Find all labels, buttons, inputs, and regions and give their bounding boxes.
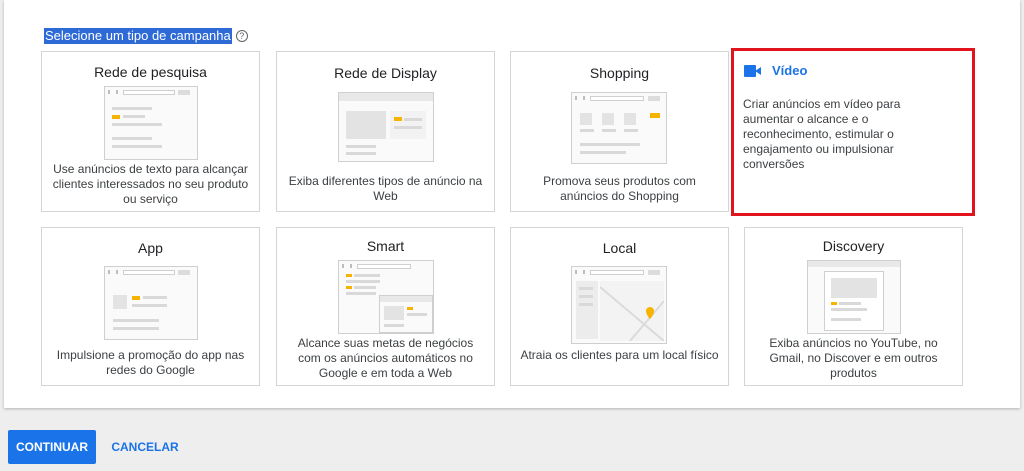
campaign-card-search[interactable]: Rede de pesquisa Use anúncios de texto p…: [41, 51, 260, 212]
smart-illustration: [338, 260, 434, 334]
campaign-card-local[interactable]: Local Atraia os clientes para um local f…: [510, 227, 729, 386]
card-title: Discovery: [822, 238, 885, 254]
display-illustration: [338, 92, 434, 162]
card-title: Rede de pesquisa: [94, 64, 207, 80]
card-description: Exiba anúncios no YouTube, no Gmail, no …: [769, 336, 938, 380]
card-description: Use anúncios de texto para alcançar clie…: [52, 162, 249, 206]
card-description: Impulsione a promoção do app nas redes d…: [56, 348, 245, 377]
heading-text: Selecione um tipo de campanha: [44, 28, 232, 44]
card-description: Exiba diferentes tipos de anúncio na Web: [288, 174, 483, 203]
card-title: Rede de Display: [334, 65, 437, 81]
campaign-card-app[interactable]: App Impulsione a promoção do app nas red…: [41, 227, 260, 386]
campaign-card-shopping[interactable]: Shopping Promova seus produtos com anúnc…: [510, 51, 729, 212]
campaign-type-heading: Selecione um tipo de campanha ?: [44, 28, 248, 44]
video-card-header: Vídeo: [744, 63, 807, 78]
card-description: Promova seus produtos com anúncios do Sh…: [543, 174, 696, 203]
campaign-card-video[interactable]: Vídeo Criar anúncios em vídeo para aumen…: [731, 48, 975, 216]
card-description: Criar anúncios em vídeo para aumentar o …: [743, 97, 901, 171]
card-title: Vídeo: [772, 63, 808, 78]
card-title: Smart: [366, 238, 405, 254]
video-camera-icon: [744, 64, 762, 77]
card-title: Local: [602, 240, 637, 256]
card-description: Alcance suas metas de negócios com os an…: [297, 336, 474, 380]
card-title: Shopping: [589, 65, 650, 81]
search-illustration: [104, 86, 198, 160]
card-title: App: [138, 240, 163, 256]
continue-button[interactable]: CONTINUAR: [8, 430, 96, 464]
discovery-illustration: [807, 260, 901, 334]
cancel-button[interactable]: CANCELAR: [104, 430, 186, 464]
help-icon[interactable]: ?: [235, 30, 248, 42]
campaign-card-display[interactable]: Rede de Display Exiba diferentes tipos d…: [276, 51, 495, 212]
app-illustration: [104, 266, 198, 340]
campaign-card-smart[interactable]: Smart Alcance suas metas de negócios com…: [276, 227, 495, 386]
shopping-illustration: [571, 92, 667, 164]
card-description: Atraia os clientes para um local físico: [520, 348, 719, 362]
local-illustration: [571, 266, 667, 344]
campaign-card-discovery[interactable]: Discovery Exiba anúncios no YouTube, no …: [744, 227, 963, 386]
